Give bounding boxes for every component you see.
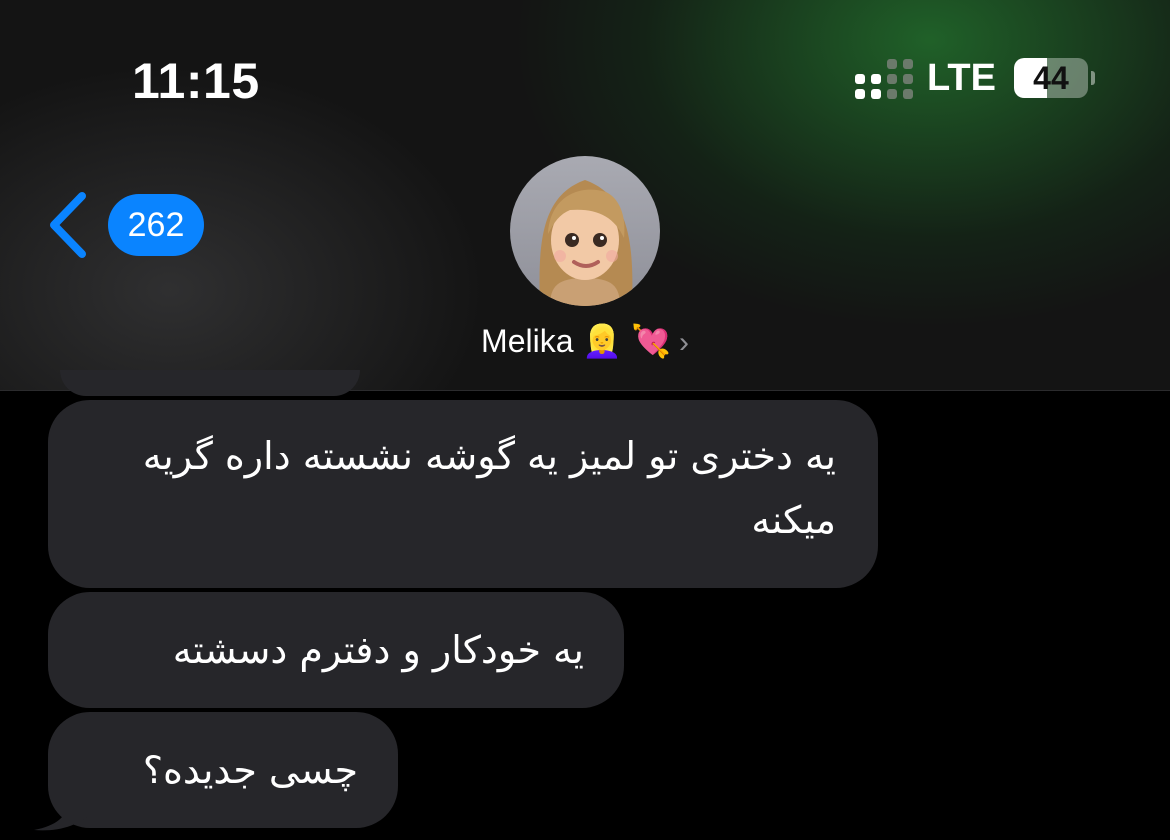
conversation-header: 11:15 LTE 44 262 [0,0,1170,391]
message-text: یه خودکار و دفترم دسشته [172,628,584,672]
chevron-left-icon [50,192,86,258]
status-time: 11:15 [132,53,260,109]
message-bubble-incoming[interactable]: یه دختری تو لمیز یه گوشه نشسته داره گریه… [48,400,878,588]
message-bubble-incoming[interactable]: چسی جدیده؟ [48,712,398,828]
battery-nub [1090,71,1095,85]
signal-strength-icon [855,57,913,99]
battery-level: 44 [1033,60,1069,96]
chevron-right-icon: › [678,326,689,359]
contact-avatar[interactable] [510,156,660,306]
memoji-avatar-image [539,180,633,306]
unread-count-badge: 262 [108,194,204,256]
message-bubble-incoming[interactable]: یه خودکار و دفترم دسشته [48,592,624,708]
message-text: یه دختری تو لمیز یه گوشه نشسته داره گریه… [142,434,836,542]
status-indicators: LTE 44 [855,56,1095,100]
message-text: چسی جدیده؟ [142,748,358,792]
network-type: LTE [927,56,996,99]
previous-message-bubble [60,370,360,396]
bubble-tail [34,772,94,831]
battery-icon: 44 [1013,58,1088,98]
contact-name: Melika 👱‍♀️ 💘 [481,323,671,359]
back-button[interactable]: 262 [40,190,204,260]
contact-name-button[interactable]: Melika 👱‍♀️ 💘 › [0,322,1170,360]
